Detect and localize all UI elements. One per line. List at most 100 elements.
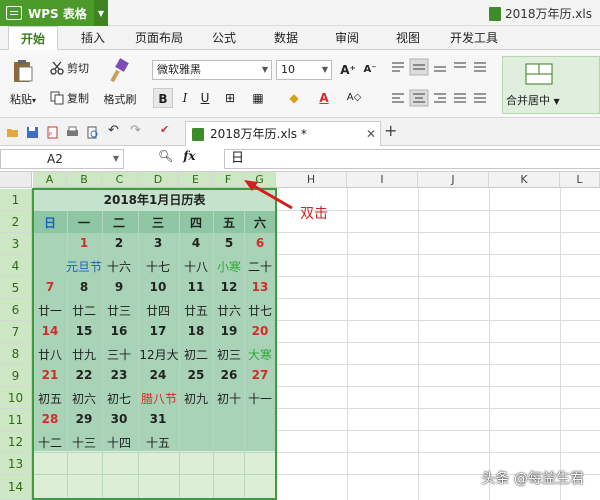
paste-button[interactable]: 粘贴▾ — [6, 58, 40, 107]
title-bar: WPS 表格 ▼ 2018万年历.xls — [0, 0, 600, 26]
search-icon[interactable]: 🔍︎ — [158, 149, 173, 163]
column-header-i[interactable]: I — [347, 172, 418, 188]
gridline — [276, 320, 600, 321]
tab-developer[interactable]: 开发工具 — [450, 26, 498, 50]
borders-icon[interactable]: ⊞ — [220, 88, 240, 108]
print-icon[interactable] — [66, 126, 79, 139]
quick-access-bar: P ↶ ↷ ✔ 2018万年历.xls * ✕ + — [0, 118, 600, 146]
select-all-corner[interactable] — [0, 172, 32, 188]
insert-function-icon[interactable]: fx — [183, 149, 195, 163]
gridline — [276, 232, 600, 233]
wps-logo-icon — [6, 6, 22, 20]
chevron-down-icon: ▼ — [261, 65, 268, 74]
column-header-e[interactable]: E — [179, 172, 213, 188]
formula-bar: A2 ▼ 🔍︎ fx 日 — [0, 146, 600, 172]
name-box[interactable]: A2 ▼ — [0, 149, 124, 169]
clipboard-icon — [14, 60, 33, 82]
row-header-9[interactable]: 9 — [0, 365, 32, 387]
new-tab-plus-icon[interactable]: + — [384, 121, 397, 140]
tab-page-layout[interactable]: 页面布局 — [135, 26, 183, 50]
italic-button[interactable]: I — [175, 88, 195, 108]
copy-button[interactable]: 复制 — [50, 90, 89, 106]
row-header-2[interactable]: 2 — [0, 211, 32, 233]
undo-icon[interactable]: ↶ — [108, 123, 121, 138]
customize-toolbar-icon[interactable]: ✔ — [160, 123, 173, 136]
close-icon[interactable]: ✕ — [366, 122, 376, 146]
column-header-b[interactable]: B — [67, 172, 102, 188]
grow-font-icon[interactable]: A⁺ — [338, 60, 358, 80]
gridline — [276, 386, 600, 387]
row-header-4[interactable]: 4 — [0, 255, 32, 277]
tab-home[interactable]: 开始 — [8, 26, 59, 50]
gridline — [276, 408, 600, 409]
row-header-14[interactable]: 14 — [0, 475, 32, 500]
annotation-arrow-icon — [244, 180, 293, 210]
column-header-d[interactable]: D — [138, 172, 179, 188]
font-color-icon[interactable]: A — [314, 88, 334, 108]
row-header-12[interactable]: 12 — [0, 431, 32, 453]
formula-input[interactable]: 日 — [224, 149, 600, 169]
gridline — [276, 298, 600, 299]
tab-data[interactable]: 数据 — [274, 26, 298, 50]
gridline — [276, 430, 600, 431]
selection-border — [32, 188, 277, 500]
cut-button[interactable]: 剪切 — [50, 60, 89, 76]
row-header-5[interactable]: 5 — [0, 277, 32, 299]
spreadsheet-file-icon — [192, 128, 204, 141]
menu-tabs: 开始 插入 页面布局 公式 数据 审阅 视图 开发工具 — [0, 26, 600, 50]
export-pdf-icon[interactable]: P — [46, 126, 59, 139]
cell-style-icon[interactable]: ▦ — [248, 88, 268, 108]
clear-format-icon[interactable]: A◇ — [344, 88, 364, 108]
fill-color-icon[interactable]: ◆ — [284, 88, 304, 108]
svg-text:P: P — [49, 132, 52, 138]
tab-insert[interactable]: 插入 — [81, 26, 105, 50]
column-header-j[interactable]: J — [418, 172, 489, 188]
save-icon[interactable] — [26, 126, 39, 139]
column-header-a[interactable]: A — [33, 172, 67, 188]
gridline — [560, 188, 561, 500]
shrink-font-icon[interactable]: A⁻ — [360, 60, 380, 80]
tab-view[interactable]: 视图 — [396, 26, 420, 50]
format-painter-button[interactable]: 格式刷 — [100, 58, 140, 107]
font-name-select[interactable]: 微软雅黑 ▼ — [152, 60, 272, 80]
spreadsheet-file-icon — [488, 6, 501, 21]
window-doc-title: 2018万年历.xls — [488, 5, 592, 22]
gridline — [489, 188, 490, 500]
merge-cells-icon — [525, 63, 553, 85]
alignment-group-icon[interactable] — [388, 58, 498, 110]
app-menu-button[interactable]: WPS 表格 ▼ — [0, 0, 108, 26]
chevron-down-icon[interactable]: ▼ — [94, 0, 108, 26]
scissors-icon — [50, 61, 64, 75]
bold-button[interactable]: B — [153, 88, 173, 108]
font-size-select[interactable]: 10 ▼ — [276, 60, 332, 80]
row-header-11[interactable]: 11 — [0, 409, 32, 431]
row-header-7[interactable]: 7 — [0, 321, 32, 343]
gridline — [276, 276, 600, 277]
column-header-k[interactable]: K — [489, 172, 560, 188]
gridline — [347, 188, 348, 500]
gridline — [418, 188, 419, 500]
row-header-3[interactable]: 3 — [0, 233, 32, 255]
watermark: 头条 @每益生君 — [481, 471, 584, 487]
ribbon: 粘贴▾ 剪切 复制 格式刷 微软雅黑▼ 10▼ A⁺ A⁻ B I U ⊞ — [0, 50, 600, 118]
app-name: WPS 表格 — [28, 6, 87, 21]
underline-button[interactable]: U — [195, 88, 215, 108]
row-header-13[interactable]: 13 — [0, 453, 32, 475]
formula-tools: 🔍︎ fx — [158, 149, 196, 163]
copy-icon — [50, 91, 64, 105]
open-folder-icon[interactable] — [6, 126, 19, 139]
document-tab[interactable]: 2018万年历.xls * ✕ — [185, 121, 381, 146]
gridline — [276, 254, 600, 255]
row-header-10[interactable]: 10 — [0, 387, 32, 409]
print-preview-icon[interactable] — [86, 126, 99, 139]
tab-formulas[interactable]: 公式 — [212, 26, 236, 50]
column-header-c[interactable]: C — [102, 172, 138, 188]
row-header-6[interactable]: 6 — [0, 299, 32, 321]
redo-icon[interactable]: ↷ — [130, 123, 143, 138]
row-header-1[interactable]: 1 — [0, 189, 32, 211]
merge-center-label[interactable]: 合并居中 ▼ — [506, 92, 560, 108]
row-header-8[interactable]: 8 — [0, 343, 32, 365]
tab-review[interactable]: 审阅 — [335, 26, 359, 50]
annotation-label: 双击 — [300, 206, 328, 222]
column-header-l[interactable]: L — [560, 172, 600, 188]
